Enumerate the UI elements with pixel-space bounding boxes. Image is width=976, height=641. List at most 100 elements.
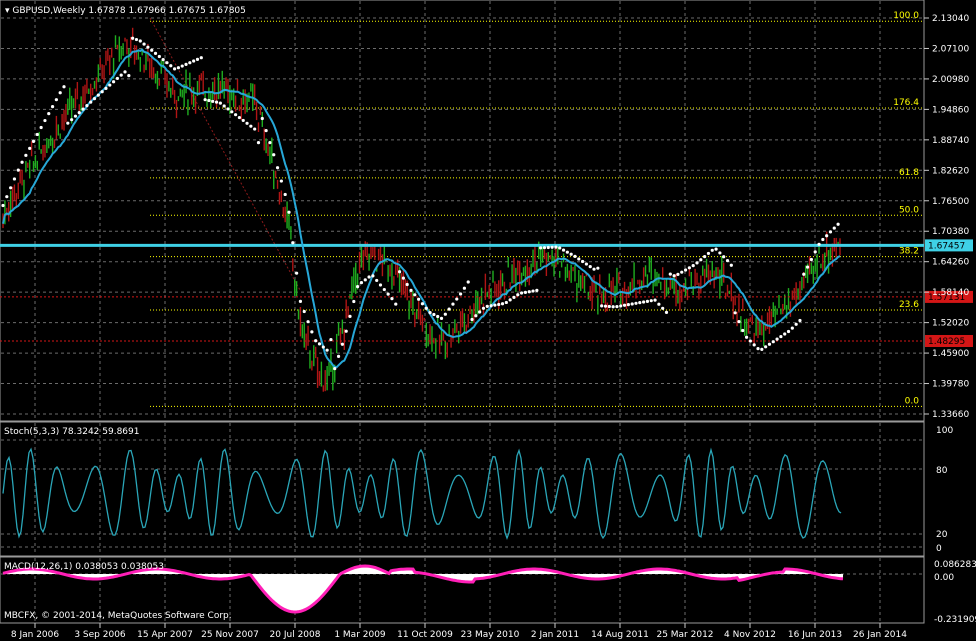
macd-axis: 0.086283 0.00 -0.231909 bbox=[934, 560, 976, 625]
psar-dot bbox=[39, 125, 43, 130]
psar-dot bbox=[111, 80, 116, 84]
psar-dot bbox=[245, 121, 249, 125]
chart-canvas[interactable]: 100.0 176.4 61.8 50.0 38.2 23.6 0.0 1.67457 1.5… bbox=[0, 0, 976, 641]
psar-dot bbox=[497, 302, 501, 307]
psar-dot bbox=[786, 329, 791, 334]
psar-dot bbox=[283, 192, 287, 197]
macd-title: MACD(12,26,1) 0.038053 0.038053 bbox=[4, 562, 164, 572]
psar-dot bbox=[382, 287, 386, 292]
psar-dot bbox=[192, 59, 196, 63]
psar-dot bbox=[706, 251, 711, 256]
psar-dot bbox=[203, 98, 207, 102]
psar-dot bbox=[119, 73, 123, 77]
psar-dot bbox=[394, 302, 398, 306]
psar-dot bbox=[62, 85, 66, 89]
copyright-text: MBCFX, © 2001-2014, MetaQuotes Software … bbox=[4, 611, 232, 621]
psar-dot bbox=[573, 254, 577, 258]
psar-dot bbox=[565, 250, 569, 254]
dropdown-triangle-icon[interactable]: ▾ bbox=[5, 6, 12, 16]
psar-dot bbox=[275, 166, 280, 170]
psar-dot bbox=[630, 302, 634, 306]
main-chart-frame[interactable] bbox=[0, 0, 925, 422]
psar-dot bbox=[420, 302, 425, 306]
psar-dot bbox=[12, 177, 17, 181]
psar-dot bbox=[611, 305, 615, 309]
psar-dot bbox=[302, 309, 306, 314]
psar-dot bbox=[336, 354, 341, 359]
psar-dot bbox=[165, 61, 169, 65]
fib-level-label: 100.0 bbox=[893, 11, 919, 21]
psar-dot bbox=[138, 39, 142, 43]
psar-dot bbox=[348, 314, 352, 318]
psar-dot bbox=[424, 306, 428, 310]
psar-dot bbox=[306, 320, 310, 324]
psar-dot bbox=[409, 288, 413, 292]
psar-dot bbox=[828, 230, 833, 234]
psar-dot bbox=[325, 348, 329, 352]
psar-dot bbox=[329, 338, 333, 342]
psar-dot bbox=[527, 290, 531, 294]
price-tick-label: 1.58140 bbox=[932, 288, 969, 298]
psar-dot bbox=[241, 118, 245, 123]
psar-dot bbox=[523, 290, 528, 294]
price-tick-label: 1.94860 bbox=[932, 105, 969, 115]
psar-dot bbox=[207, 98, 211, 103]
time-tick-label: 11 Oct 2009 bbox=[397, 630, 453, 640]
psar-dot bbox=[16, 168, 20, 172]
psar-dot bbox=[317, 342, 322, 346]
psar-dot bbox=[600, 304, 604, 308]
psar-dot bbox=[588, 265, 592, 269]
psar-dot bbox=[260, 116, 264, 121]
psar-dot bbox=[295, 271, 299, 275]
psar-dot bbox=[638, 301, 642, 305]
psar-dot bbox=[180, 64, 184, 68]
psar-dot bbox=[340, 342, 344, 346]
time-tick-label: 26 Jan 2014 bbox=[853, 630, 907, 640]
price-tick-label: 2.07100 bbox=[932, 44, 969, 54]
psar-dot bbox=[458, 292, 463, 296]
time-tick-label: 3 Sep 2006 bbox=[74, 630, 126, 640]
psar-dot bbox=[466, 280, 470, 284]
psar-dot bbox=[443, 312, 447, 316]
psar-dot bbox=[417, 297, 421, 301]
psar-dot bbox=[642, 300, 646, 304]
psar-dot bbox=[298, 299, 303, 303]
psar-dot bbox=[447, 307, 451, 311]
psar-dot bbox=[634, 301, 638, 305]
psar-dot bbox=[672, 274, 676, 278]
time-tick-label: 15 Apr 2007 bbox=[137, 630, 193, 640]
psar-dot bbox=[28, 146, 32, 150]
psar-dot bbox=[512, 295, 516, 299]
psar-dot bbox=[291, 241, 295, 245]
psar-dot bbox=[9, 186, 13, 190]
psar-dot bbox=[1, 203, 5, 208]
psar-dot bbox=[253, 127, 257, 131]
stoch-axis: 100 80 20 0 bbox=[936, 426, 953, 554]
stoch-tick-label: 80 bbox=[936, 466, 948, 476]
psar-dot bbox=[439, 316, 444, 320]
psar-dot bbox=[50, 105, 55, 109]
psar-dot bbox=[653, 298, 657, 302]
psar-dot bbox=[108, 83, 112, 87]
psar-dot bbox=[603, 304, 608, 308]
psar-dot bbox=[85, 104, 89, 108]
stoch-panel-frame[interactable] bbox=[0, 421, 925, 557]
psar-dot bbox=[790, 326, 794, 330]
psar-dot bbox=[462, 286, 466, 290]
price-tick-label: 1.52020 bbox=[932, 319, 969, 329]
psar-dot bbox=[561, 248, 566, 252]
psar-dot bbox=[401, 276, 405, 280]
psar-dot bbox=[127, 74, 131, 78]
psar-dot bbox=[157, 54, 161, 59]
symbol-name: GBPUSD,Weekly bbox=[12, 6, 86, 16]
psar-dot bbox=[714, 247, 718, 251]
price-tick-label: 1.64260 bbox=[932, 258, 969, 268]
psar-dot bbox=[428, 310, 432, 315]
psar-dot bbox=[344, 329, 348, 333]
psar-dot bbox=[314, 339, 318, 343]
macd-tick-label: 0.086283 bbox=[934, 560, 976, 570]
psar-dot bbox=[367, 275, 371, 279]
time-tick-label: 1 Mar 2009 bbox=[334, 630, 386, 640]
psar-dot bbox=[272, 153, 276, 157]
stoch-tick-label: 100 bbox=[936, 426, 953, 436]
